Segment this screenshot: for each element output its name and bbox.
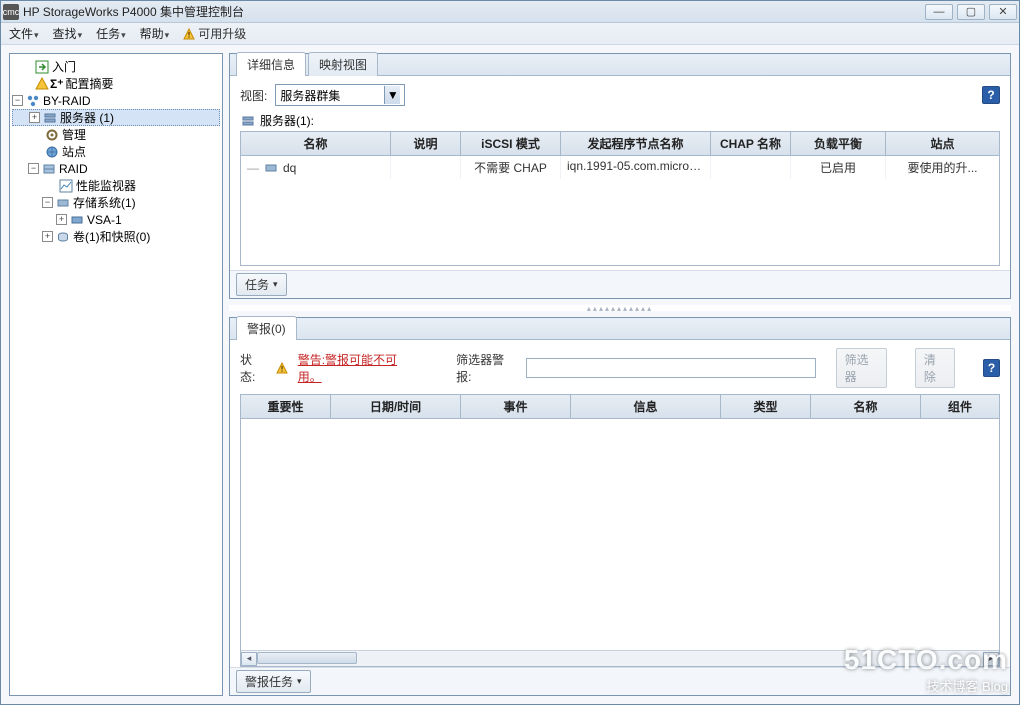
tasks-button[interactable]: 任务▾: [236, 273, 287, 296]
filter-input[interactable]: [526, 358, 816, 378]
titlebar: cmc HP StorageWorks P4000 集中管理控制台 — ▢ ✕: [1, 1, 1019, 23]
col-iscsi[interactable]: iSCSI 模式: [461, 132, 561, 155]
collapse-icon[interactable]: −: [28, 163, 39, 174]
tree-by-raid[interactable]: −BY-RAID: [12, 92, 220, 109]
menubar: 文件▾ 查找▾ 任务▾ 帮助▾ 可用升级: [1, 23, 1019, 45]
warning-icon: [183, 28, 195, 40]
maximize-button[interactable]: ▢: [957, 4, 985, 20]
warning-icon: [276, 362, 288, 374]
raid-icon: [41, 161, 57, 177]
scroll-left-icon[interactable]: ◂: [241, 652, 257, 666]
col-lb[interactable]: 负载平衡: [791, 132, 886, 155]
servers-count-label: 服务器(1):: [260, 112, 314, 129]
status-label: 状态:: [240, 351, 266, 385]
col-severity[interactable]: 重要性: [241, 395, 331, 418]
col-site[interactable]: 站点: [886, 132, 999, 155]
sigma-icon: [34, 76, 50, 92]
servers-icon: [240, 113, 256, 129]
col-type[interactable]: 类型: [721, 395, 811, 418]
details-panel: 详细信息 映射视图 视图: 服务器群集 ▼ ?: [229, 53, 1011, 299]
col-comp[interactable]: 组件: [921, 395, 999, 418]
node-icon: [69, 212, 85, 228]
col-info[interactable]: 信息: [571, 395, 721, 418]
tree-volumes[interactable]: +卷(1)和快照(0): [12, 228, 220, 245]
app-logo-icon: cmc: [3, 4, 19, 20]
splitter[interactable]: ▴▴▴▴▴▴▴▴▴▴▴: [229, 305, 1011, 311]
tree-vsa[interactable]: +VSA-1: [12, 211, 220, 228]
volume-icon: [55, 229, 71, 245]
filter-button: 筛选器: [836, 348, 888, 388]
help-button[interactable]: ?: [982, 86, 1000, 104]
tree-config-summary[interactable]: Σ⁺配置摘要: [12, 75, 220, 92]
server-icon: [263, 160, 279, 176]
collapse-icon[interactable]: −: [42, 197, 53, 208]
arrow-right-icon: [34, 59, 50, 75]
scroll-thumb[interactable]: [257, 652, 357, 664]
close-button[interactable]: ✕: [989, 4, 1017, 20]
menu-file[interactable]: 文件▾: [9, 25, 39, 42]
view-select[interactable]: 服务器群集 ▼: [275, 84, 405, 106]
expand-icon[interactable]: +: [29, 112, 40, 123]
servers-icon: [42, 110, 58, 126]
top-tabs: 详细信息 映射视图: [230, 54, 1010, 76]
tree-sites[interactable]: 站点: [12, 143, 220, 160]
filter-label: 筛选器警报:: [456, 351, 516, 385]
h-scrollbar[interactable]: ◂ ▸: [241, 650, 999, 666]
tree-raid[interactable]: −RAID: [12, 160, 220, 177]
gear-icon: [44, 127, 60, 143]
col-datetime[interactable]: 日期/时间: [331, 395, 461, 418]
alarm-tasks-button[interactable]: 警报任务▾: [236, 670, 311, 693]
expand-icon[interactable]: +: [42, 231, 53, 242]
collapse-icon[interactable]: −: [12, 95, 23, 106]
window-title: HP StorageWorks P4000 集中管理控制台: [23, 3, 925, 20]
tree-intro[interactable]: 入门: [12, 58, 220, 75]
clear-button: 清除: [915, 348, 956, 388]
tab-details[interactable]: 详细信息: [236, 52, 306, 76]
tree-management[interactable]: 管理: [12, 126, 220, 143]
table-row[interactable]: —dq 不需要 CHAP iqn.1991-05.com.micros... 已…: [241, 156, 999, 179]
col-initiator[interactable]: 发起程序节点名称: [561, 132, 711, 155]
scroll-right-icon[interactable]: ▸: [983, 652, 999, 666]
menu-help[interactable]: 帮助▾: [140, 25, 170, 42]
menu-tasks[interactable]: 任务▾: [96, 25, 126, 42]
minimize-button[interactable]: —: [925, 4, 953, 20]
app-window: cmc HP StorageWorks P4000 集中管理控制台 — ▢ ✕ …: [0, 0, 1020, 705]
col-chap[interactable]: CHAP 名称: [711, 132, 791, 155]
servers-table[interactable]: 名称 说明 iSCSI 模式 发起程序节点名称 CHAP 名称 负载平衡 站点 …: [240, 131, 1000, 266]
tab-alarms[interactable]: 警报(0): [236, 316, 297, 340]
view-label: 视图:: [240, 87, 267, 104]
status-warning-link[interactable]: 警告:警报可能不可用。: [298, 351, 414, 385]
col-name2[interactable]: 名称: [811, 395, 921, 418]
alarms-panel: 警报(0) 状态: 警告:警报可能不可用。 筛选器警报: 筛选器 清除 ?: [229, 317, 1011, 696]
col-desc[interactable]: 说明: [391, 132, 461, 155]
globe-icon: [44, 144, 60, 160]
col-name[interactable]: 名称: [241, 132, 391, 155]
help-button[interactable]: ?: [983, 359, 1000, 377]
cluster-icon: [25, 93, 41, 109]
window-controls: — ▢ ✕: [925, 4, 1017, 20]
alarms-table[interactable]: 重要性 日期/时间 事件 信息 类型 名称 组件 ◂ ▸: [240, 394, 1000, 667]
tree-servers[interactable]: +服务器 (1): [12, 109, 220, 126]
expand-icon[interactable]: +: [56, 214, 67, 225]
storage-icon: [55, 195, 71, 211]
col-event[interactable]: 事件: [461, 395, 571, 418]
tree-storage-sys[interactable]: −存储系统(1): [12, 194, 220, 211]
chart-icon: [58, 178, 74, 194]
nav-tree[interactable]: 入门 Σ⁺配置摘要 −BY-RAID +服务器 (1) 管理 站点 −RAID …: [9, 53, 223, 696]
chevron-down-icon: ▼: [384, 86, 400, 104]
upgrade-indicator[interactable]: 可用升级: [183, 25, 246, 42]
tab-mapview[interactable]: 映射视图: [308, 52, 378, 76]
tree-perf-monitor[interactable]: 性能监视器: [12, 177, 220, 194]
menu-find[interactable]: 查找▾: [53, 25, 83, 42]
